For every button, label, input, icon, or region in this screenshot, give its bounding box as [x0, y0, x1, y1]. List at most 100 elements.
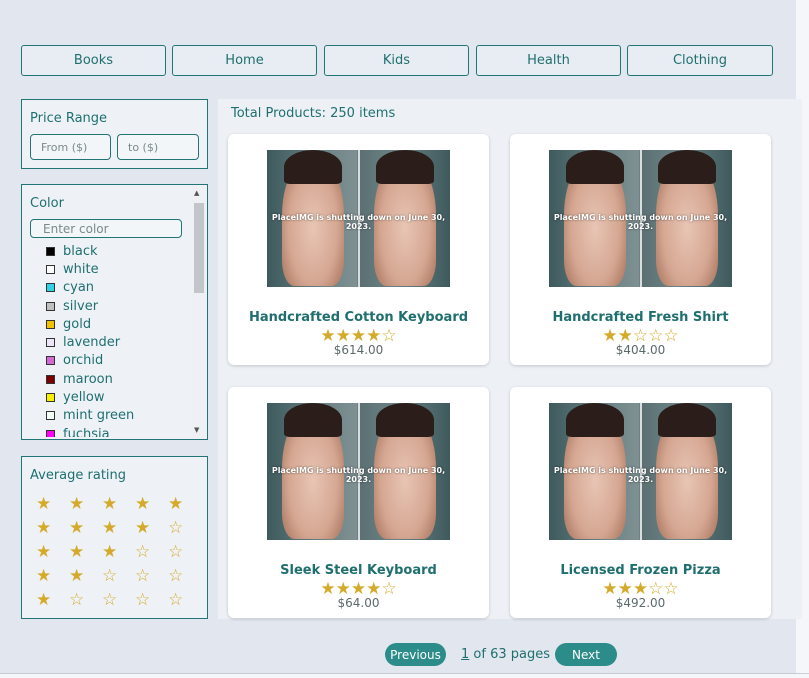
- star-filled-icon: ★: [102, 542, 118, 562]
- star-empty-icon: ☆: [168, 518, 184, 538]
- star-filled-icon: ★: [135, 494, 151, 514]
- color-swatch: [46, 338, 55, 348]
- star-empty-icon: ☆: [168, 566, 184, 586]
- color-label: gold: [63, 316, 92, 332]
- star-filled-icon: ★: [168, 494, 184, 514]
- star-filled-icon: ★: [69, 518, 85, 538]
- star-filled-icon: ★: [36, 566, 52, 586]
- product-name[interactable]: Licensed Frozen Pizza: [510, 563, 771, 578]
- color-label: cyan: [63, 280, 95, 296]
- color-label: lavender: [63, 335, 121, 351]
- price-to-input[interactable]: to ($): [117, 134, 199, 160]
- category-button-books[interactable]: Books: [21, 45, 166, 76]
- color-swatch: [46, 264, 55, 274]
- star-rating-icon: ★ ★ ★ ★ ☆: [36, 518, 201, 538]
- color-option-white[interactable]: white: [46, 260, 196, 278]
- star-empty-icon: ☆: [168, 542, 184, 562]
- product-price: $64.00: [337, 596, 380, 610]
- color-label: fuchsia: [63, 426, 110, 437]
- window-bottom-edge: [0, 673, 809, 678]
- product-image[interactable]: PlaceIMG is shutting down on June 30, 20…: [549, 403, 732, 540]
- page-indicator: 1 of 63 pages: [461, 647, 550, 662]
- color-option-mint-green[interactable]: mint green: [46, 407, 196, 425]
- next-page-button[interactable]: Next: [555, 643, 617, 666]
- rating-option-2[interactable]: ★ ★ ☆ ☆ ☆: [36, 566, 201, 586]
- star-rating-icon: ★ ★ ☆ ☆ ☆: [36, 566, 201, 586]
- star-empty-icon: ☆: [135, 566, 151, 586]
- page-count-text: of 63 pages: [469, 647, 550, 662]
- image-placeholder-caption: PlaceIMG is shutting down on June 30, 20…: [271, 213, 446, 231]
- product-card[interactable]: PlaceIMG is shutting down on June 30, 20…: [228, 387, 489, 618]
- product-price: $614.00: [333, 343, 384, 357]
- price-range-title: Price Range: [30, 111, 108, 126]
- rating-option-4[interactable]: ★ ★ ★ ★ ☆: [36, 518, 201, 538]
- star-rating-icon: ★ ★ ★ ☆ ☆: [36, 542, 201, 562]
- rating-option-3[interactable]: ★ ★ ★ ☆ ☆: [36, 542, 201, 562]
- previous-page-button[interactable]: Previous: [385, 643, 446, 666]
- color-option-lavender[interactable]: lavender: [46, 333, 196, 351]
- star-empty-icon: ☆: [168, 590, 184, 610]
- star-empty-icon: ☆: [135, 542, 151, 562]
- color-swatch: [46, 429, 55, 437]
- price-from-input[interactable]: From ($): [30, 134, 111, 160]
- color-label: maroon: [63, 371, 113, 387]
- color-option-silver[interactable]: silver: [46, 297, 196, 315]
- product-card[interactable]: PlaceIMG is shutting down on June 30, 20…: [510, 387, 771, 618]
- color-option-fuchsia[interactable]: fuchsia: [46, 425, 196, 437]
- product-name[interactable]: Handcrafted Cotton Keyboard: [228, 310, 489, 325]
- color-filter-panel: Color Enter color black white cyan silve…: [21, 184, 208, 440]
- product-price: $404.00: [615, 343, 666, 357]
- color-list: black white cyan silver gold lavender or…: [46, 242, 196, 437]
- product-name[interactable]: Sleek Steel Keyboard: [228, 563, 489, 578]
- color-label: silver: [63, 298, 99, 314]
- rating-option-5[interactable]: ★ ★ ★ ★ ★: [36, 494, 201, 514]
- scroll-down-icon[interactable]: ▼: [194, 426, 199, 434]
- color-label: yellow: [63, 390, 105, 406]
- scrollbar-thumb[interactable]: [194, 203, 204, 293]
- color-filter-title: Color: [30, 196, 64, 211]
- star-empty-icon: ☆: [69, 590, 85, 610]
- image-placeholder-caption: PlaceIMG is shutting down on June 30, 20…: [553, 466, 728, 484]
- color-swatch: [46, 374, 55, 384]
- category-button-home[interactable]: Home: [172, 45, 317, 76]
- star-filled-icon: ★: [102, 494, 118, 514]
- color-option-black[interactable]: black: [46, 242, 196, 260]
- star-filled-icon: ★: [69, 542, 85, 562]
- color-list-scrollbar[interactable]: ▲ ▼: [192, 186, 206, 438]
- category-button-clothing[interactable]: Clothing: [627, 45, 773, 76]
- product-price: $492.00: [615, 596, 666, 610]
- product-image[interactable]: PlaceIMG is shutting down on June 30, 20…: [549, 150, 732, 287]
- image-placeholder-caption: PlaceIMG is shutting down on June 30, 20…: [553, 213, 728, 231]
- scroll-up-icon[interactable]: ▲: [194, 189, 199, 197]
- rating-option-1[interactable]: ★ ☆ ☆ ☆ ☆: [36, 590, 201, 610]
- color-label: mint green: [63, 408, 135, 424]
- color-label: black: [63, 243, 98, 259]
- star-filled-icon: ★: [102, 518, 118, 538]
- star-empty-icon: ☆: [102, 566, 118, 586]
- star-empty-icon: ☆: [135, 590, 151, 610]
- color-option-yellow[interactable]: yellow: [46, 388, 196, 406]
- star-filled-icon: ★: [36, 590, 52, 610]
- product-name[interactable]: Handcrafted Fresh Shirt: [510, 310, 771, 325]
- category-button-kids[interactable]: Kids: [324, 45, 469, 76]
- color-option-maroon[interactable]: maroon: [46, 370, 196, 388]
- product-image[interactable]: PlaceIMG is shutting down on June 30, 20…: [267, 403, 450, 540]
- total-products-label: Total Products: 250 items: [231, 106, 396, 121]
- color-swatch: [46, 283, 55, 293]
- star-filled-icon: ★: [135, 518, 151, 538]
- color-label: white: [63, 261, 99, 277]
- star-rating-icon: ★ ★ ★ ★ ★: [36, 494, 201, 514]
- color-swatch: [46, 246, 55, 256]
- product-card[interactable]: PlaceIMG is shutting down on June 30, 20…: [510, 134, 771, 365]
- color-search-input[interactable]: Enter color: [30, 219, 182, 238]
- color-swatch: [46, 411, 55, 421]
- rating-filter-title: Average rating: [30, 468, 127, 483]
- color-option-cyan[interactable]: cyan: [46, 279, 196, 297]
- color-option-gold[interactable]: gold: [46, 315, 196, 333]
- category-bar: Books Home Kids Health Clothing: [21, 45, 773, 77]
- product-card[interactable]: PlaceIMG is shutting down on June 30, 20…: [228, 134, 489, 365]
- color-option-orchid[interactable]: orchid: [46, 352, 196, 370]
- category-button-health[interactable]: Health: [476, 45, 621, 76]
- rating-filter-panel: Average rating ★ ★ ★ ★ ★ ★ ★ ★ ★ ☆ ★ ★ ★ ☆ ☆ ★ ★ ☆ ☆ ☆ ★…: [21, 456, 208, 619]
- product-image[interactable]: PlaceIMG is shutting down on June 30, 20…: [267, 150, 450, 287]
